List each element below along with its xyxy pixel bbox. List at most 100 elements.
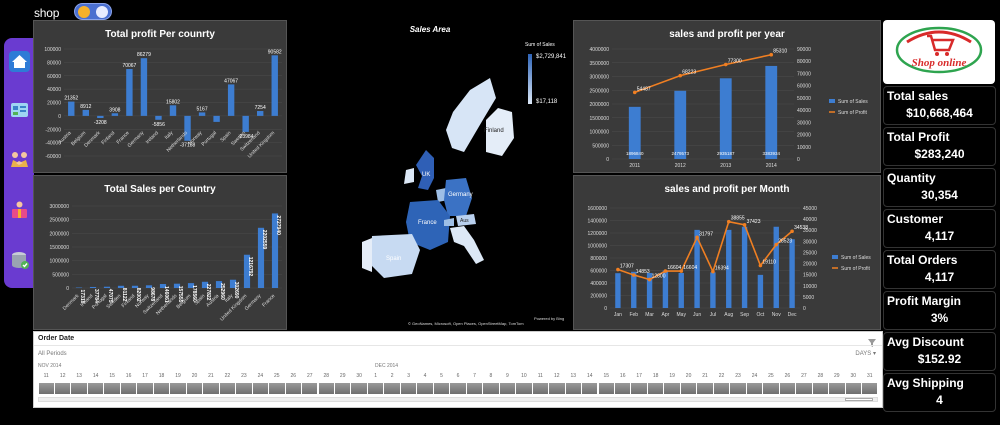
legend-entry: Sum of Profit (841, 266, 871, 272)
bar (631, 271, 637, 308)
day-cell[interactable] (137, 383, 153, 394)
data-label: 302690 (233, 282, 239, 299)
day-cell[interactable] (334, 383, 351, 394)
day-label: 19 (669, 373, 675, 379)
bar (719, 78, 732, 159)
data-label: 38855 (731, 216, 745, 222)
day-cell[interactable] (87, 383, 104, 394)
data-label: 3383934 (762, 151, 780, 156)
data-label: 8912 (80, 104, 91, 110)
day-cell[interactable] (483, 383, 499, 394)
day-label: 28 (323, 373, 330, 379)
map-credit: © GeoNames, Microsoft, Open Places, Open… (408, 321, 524, 326)
day-cell[interactable] (746, 383, 763, 394)
day-cell[interactable] (647, 383, 664, 394)
day-cell[interactable] (302, 383, 318, 394)
theme-toggle[interactable] (74, 3, 112, 20)
day-cell[interactable] (565, 383, 582, 394)
slicer-unit-select[interactable]: DAYS ▾ (855, 350, 876, 357)
day-cell[interactable] (730, 383, 746, 394)
day-cell[interactable] (516, 383, 532, 394)
day-cell[interactable] (186, 383, 203, 394)
day-cell[interactable] (450, 383, 466, 394)
dashboard-button[interactable] (9, 100, 30, 121)
day-label: 6 (456, 373, 460, 379)
day-cell[interactable] (38, 383, 54, 394)
moon-icon (96, 6, 108, 18)
timeline-scrollbar[interactable] (38, 397, 878, 402)
day-cell[interactable] (417, 383, 433, 394)
day-cell[interactable] (433, 383, 450, 394)
clear-filter-icon[interactable] (868, 334, 876, 347)
day-cell[interactable] (351, 383, 367, 394)
scrollbar-thumb[interactable] (845, 398, 873, 401)
day-cell[interactable] (713, 383, 730, 394)
y-tick-label: 3000000 (50, 204, 70, 210)
data-label: 85310 (773, 49, 787, 55)
day-cell[interactable] (796, 383, 812, 394)
kpi-total-orders: Total Orders 4,117 (883, 250, 996, 289)
data-label: 54487 (637, 86, 651, 92)
database-button[interactable] (9, 250, 30, 271)
home-button[interactable] (9, 51, 30, 72)
sales-month-chart: 1600000140000012000001000000800000600000… (588, 206, 872, 318)
day-cell[interactable] (400, 383, 417, 394)
day-cell[interactable] (252, 383, 269, 394)
day-cell[interactable] (779, 383, 796, 394)
day-cell[interactable] (384, 383, 400, 394)
day-label: 17 (636, 373, 642, 379)
day-label: 22 (718, 373, 725, 379)
day-cell[interactable] (236, 383, 252, 394)
day-cell[interactable] (549, 383, 565, 394)
day-cell[interactable] (532, 383, 549, 394)
day-cell[interactable] (845, 383, 862, 394)
day-cell[interactable] (598, 383, 614, 394)
data-label: 12800 (652, 274, 666, 280)
x-tick-label: Ireland (145, 130, 160, 145)
day-cell[interactable] (120, 383, 137, 394)
x-tick-label: Oct (757, 312, 765, 318)
orders-button[interactable] (9, 200, 30, 221)
day-label: 11 (537, 373, 543, 379)
day-cell[interactable] (582, 383, 598, 394)
data-label: 15802 (166, 99, 180, 105)
day-cell[interactable] (829, 383, 845, 394)
y-tick-label: 1000000 (590, 130, 610, 136)
day-cell[interactable] (812, 383, 829, 394)
day-cell[interactable] (318, 383, 334, 394)
bar (741, 226, 748, 308)
sales-country-panel: Total Sales per Country 3000000 2500000 20… (33, 175, 287, 330)
customers-button[interactable] (9, 150, 30, 171)
map-label: France (418, 220, 437, 226)
day-cell[interactable] (170, 383, 186, 394)
day-cell[interactable] (614, 383, 631, 394)
legend-swatch (832, 255, 838, 259)
day-cell[interactable] (285, 383, 302, 394)
sales-map-panel: Sales Area Sum of Sales $2,729,841 $17,1… (288, 20, 572, 330)
day-cell[interactable] (499, 383, 516, 394)
day-cell[interactable] (680, 383, 697, 394)
day-label: 27 (306, 373, 313, 379)
day-cell[interactable] (862, 383, 878, 394)
logo-graphic (895, 26, 983, 74)
day-cell[interactable] (269, 383, 285, 394)
y2-tick-label: 60000 (797, 84, 811, 90)
day-cell[interactable] (153, 383, 170, 394)
map-ireland (404, 168, 414, 184)
day-cell[interactable] (664, 383, 680, 394)
data-label: 16604 (667, 265, 681, 271)
day-cell[interactable] (71, 383, 87, 394)
day-cell[interactable] (763, 383, 779, 394)
day-cell[interactable] (54, 383, 71, 394)
x-tick-label: Mar (645, 312, 654, 318)
day-cell[interactable] (367, 383, 384, 394)
day-cell[interactable] (466, 383, 483, 394)
day-cell[interactable] (631, 383, 647, 394)
sales-year-panel: sales and profit per year 4000000 3500000… (573, 20, 881, 173)
day-cell[interactable] (697, 383, 713, 394)
day-cell[interactable] (219, 383, 236, 394)
day-cell[interactable] (203, 383, 219, 394)
day-cell[interactable] (104, 383, 120, 394)
data-label: 2935187 (717, 151, 735, 156)
dashboard-icon (11, 103, 28, 117)
